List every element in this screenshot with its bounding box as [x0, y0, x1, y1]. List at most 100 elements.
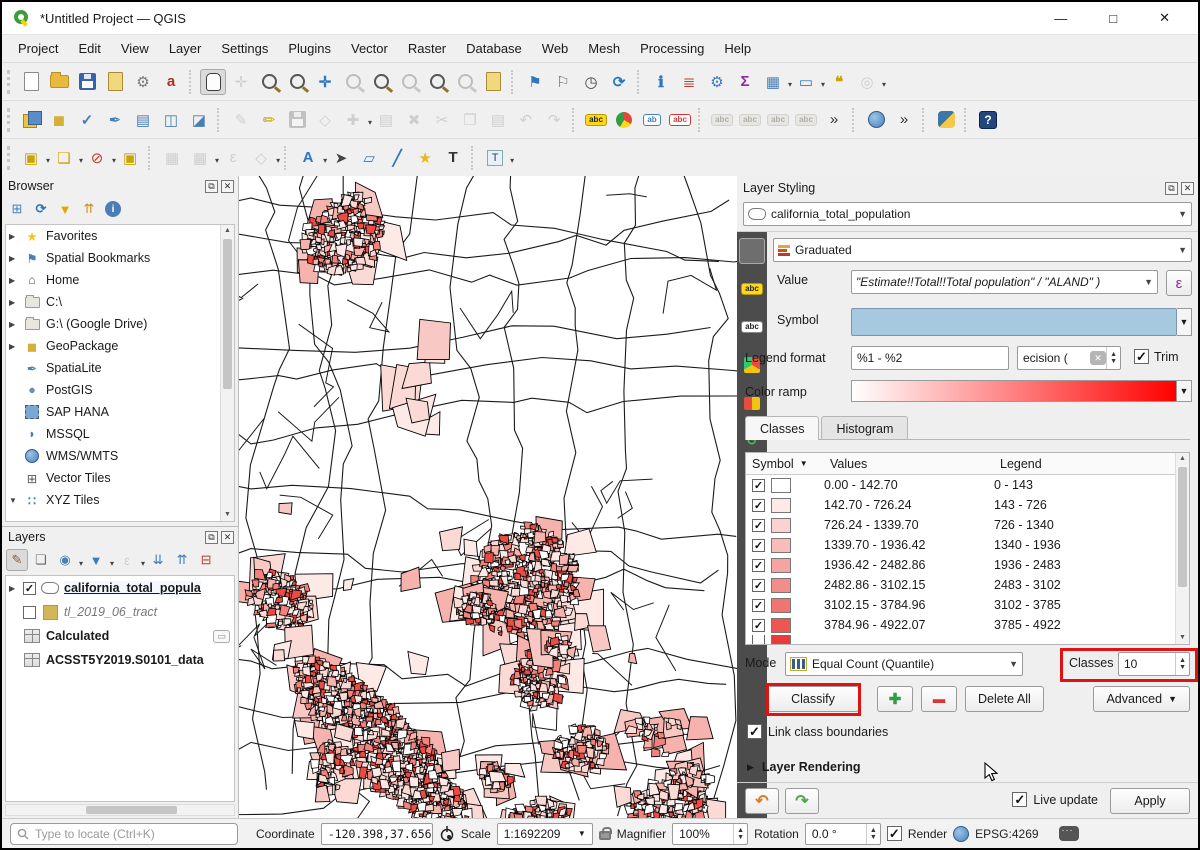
expression-builder-button[interactable]: ε: [1166, 270, 1192, 296]
symbol-dropdown[interactable]: ▼: [1177, 308, 1192, 336]
class-color-swatch[interactable]: [771, 518, 791, 533]
messages-icon[interactable]: [1059, 826, 1079, 841]
live-update-checkbox[interactable]: ✓: [1012, 792, 1027, 807]
add-class-button[interactable]: ✚: [877, 686, 913, 712]
value-expression-combo[interactable]: "Estimate!!Total!!Total population" / "A…: [851, 270, 1158, 294]
browser-item-geopackage[interactable]: ▶◼GeoPackage: [6, 335, 234, 357]
expander-icon[interactable]: ▶: [9, 584, 18, 593]
expander-icon[interactable]: ▶: [9, 276, 18, 285]
annotation-toolbar-dropdown[interactable]: ▾: [323, 156, 327, 165]
legend-column-header[interactable]: Legend: [1000, 457, 1189, 471]
class-visibility-checkbox[interactable]: ✓: [752, 599, 765, 612]
menu-help[interactable]: Help: [714, 37, 761, 60]
crs-globe-icon[interactable]: [953, 826, 969, 842]
browser-close-icon[interactable]: ✕: [221, 180, 234, 193]
layer-styling-toggle[interactable]: ✎: [6, 549, 28, 571]
statistics-abacus[interactable]: ≣: [676, 69, 702, 95]
class-visibility-checkbox[interactable]: ✓: [752, 579, 765, 592]
class-color-swatch[interactable]: [771, 598, 791, 613]
class-color-swatch[interactable]: [771, 478, 791, 493]
filter-browser[interactable]: ▼: [54, 198, 76, 220]
class-visibility-checkbox[interactable]: ✓: [752, 619, 765, 632]
styling-layer-select[interactable]: california_total_population ▼: [743, 202, 1192, 226]
link-class-boundaries-checkbox[interactable]: ✓: [747, 724, 762, 739]
browser-item-home[interactable]: ▶⌂Home: [6, 269, 234, 291]
minimize-button[interactable]: —: [1054, 11, 1067, 26]
toggle-editing[interactable]: ✏: [256, 107, 282, 133]
new-spatialite-layer[interactable]: ✒: [102, 107, 128, 133]
menu-plugins[interactable]: Plugins: [278, 37, 341, 60]
zoom-out[interactable]: [284, 69, 310, 95]
select-features-by-value[interactable]: ❏: [51, 145, 77, 171]
annotation-toolbar[interactable]: A: [295, 145, 321, 171]
class-row[interactable]: ✓3102.15 - 3784.963102 - 3785: [746, 595, 1189, 615]
browser-item-drive-folder[interactable]: ▶C:\: [6, 291, 234, 313]
open-attribute-table[interactable]: ▦: [760, 69, 786, 95]
map-tips[interactable]: ❝: [826, 69, 852, 95]
classes-spinbox[interactable]: 10 ▲▼: [1118, 652, 1190, 676]
project-properties[interactable]: ⚙: [130, 69, 156, 95]
create-polygon-annotation[interactable]: ▱: [356, 145, 382, 171]
expander-icon[interactable]: ▼: [9, 496, 18, 505]
menu-edit[interactable]: Edit: [68, 37, 110, 60]
browser-item-spatialite[interactable]: ✒SpatiaLite: [6, 357, 234, 379]
python-console[interactable]: [933, 107, 959, 133]
menu-mesh[interactable]: Mesh: [578, 37, 630, 60]
add-selected-layers[interactable]: ⊞: [6, 198, 28, 220]
vertex-tool-dropdown[interactable]: ▾: [368, 118, 372, 127]
map-tip-text[interactable]: T: [482, 145, 508, 171]
maximize-button[interactable]: □: [1109, 11, 1117, 26]
memory-layer-indicator-icon[interactable]: ▭: [213, 630, 230, 643]
expander-icon[interactable]: ▶: [9, 298, 18, 307]
browser-properties[interactable]: i: [102, 198, 124, 220]
layers-horizontal-scrollbar[interactable]: [5, 804, 235, 816]
legend-format-input[interactable]: %1 - %2: [851, 346, 1009, 370]
classify-button[interactable]: Classify: [767, 686, 859, 712]
map-tip-text-dropdown[interactable]: ▾: [510, 156, 514, 165]
locator-search-input[interactable]: Type to locate (Ctrl+K): [10, 823, 238, 845]
symbology-tab[interactable]: [739, 238, 765, 264]
deselect-features-dropdown[interactable]: ▾: [112, 156, 116, 165]
labels-tab[interactable]: abc: [739, 276, 765, 302]
extents-icon[interactable]: [439, 826, 455, 842]
filter-legend-dropdown[interactable]: ▾: [110, 559, 114, 568]
precision-spinbox[interactable]: ecision ( ✕ ▲▼: [1017, 346, 1121, 370]
class-color-swatch[interactable]: [771, 498, 791, 513]
layer-item-tl-2019-06-tract[interactable]: tl_2019_06_tract: [6, 600, 234, 624]
zoom-full-extent[interactable]: ✛: [312, 69, 338, 95]
style-manager[interactable]: a: [158, 69, 184, 95]
undo-style-button[interactable]: ↶: [745, 788, 779, 814]
apply-button[interactable]: Apply: [1110, 788, 1190, 814]
color-ramp-button[interactable]: [851, 380, 1177, 402]
remove-class-button[interactable]: ▬: [921, 686, 957, 712]
classes-spinner[interactable]: ▲▼: [1175, 653, 1189, 675]
open-project[interactable]: [46, 69, 72, 95]
refresh-map[interactable]: ⟳: [606, 69, 632, 95]
epsg-status[interactable]: EPSG:4269: [975, 827, 1038, 841]
select-by-location[interactable]: ▣: [117, 145, 143, 171]
filter-by-expression-dropdown[interactable]: ▾: [141, 559, 145, 568]
menu-vector[interactable]: Vector: [341, 37, 398, 60]
layer-visibility-checkbox[interactable]: [23, 606, 36, 619]
trim-checkbox[interactable]: ✓: [1134, 349, 1149, 364]
help-contents[interactable]: ?: [975, 107, 1001, 133]
layer-rendering-section[interactable]: Layer Rendering: [762, 760, 861, 774]
symbol-column-header[interactable]: Symbol ▼: [746, 457, 830, 471]
class-row[interactable]: ✓1936.42 - 2482.861936 - 2483: [746, 555, 1189, 575]
create-marker-annotation[interactable]: ★: [412, 145, 438, 171]
menu-web[interactable]: Web: [532, 37, 579, 60]
processing-toolbox[interactable]: ⚙: [704, 69, 730, 95]
rotation-spinner[interactable]: ▲▼: [866, 824, 880, 844]
render-checkbox[interactable]: ✓: [887, 826, 902, 841]
remove-layer[interactable]: ⊟: [195, 549, 217, 571]
browser-float-icon[interactable]: ⧉: [205, 180, 218, 193]
open-attribute-table-dropdown[interactable]: ▾: [788, 80, 792, 89]
class-visibility-checkbox[interactable]: ✓: [752, 499, 765, 512]
expander-icon[interactable]: ▶: [9, 342, 18, 351]
layer-labeling[interactable]: abc: [583, 107, 609, 133]
browser-item-xyz-tiles[interactable]: ▼∷XYZ Tiles: [6, 489, 234, 511]
expand-all-layers[interactable]: ⇊: [147, 549, 169, 571]
layer-diagram[interactable]: [611, 107, 637, 133]
class-row[interactable]: ✓142.70 - 726.24143 - 726: [746, 495, 1189, 515]
styling-close-icon[interactable]: ✕: [1181, 182, 1194, 195]
